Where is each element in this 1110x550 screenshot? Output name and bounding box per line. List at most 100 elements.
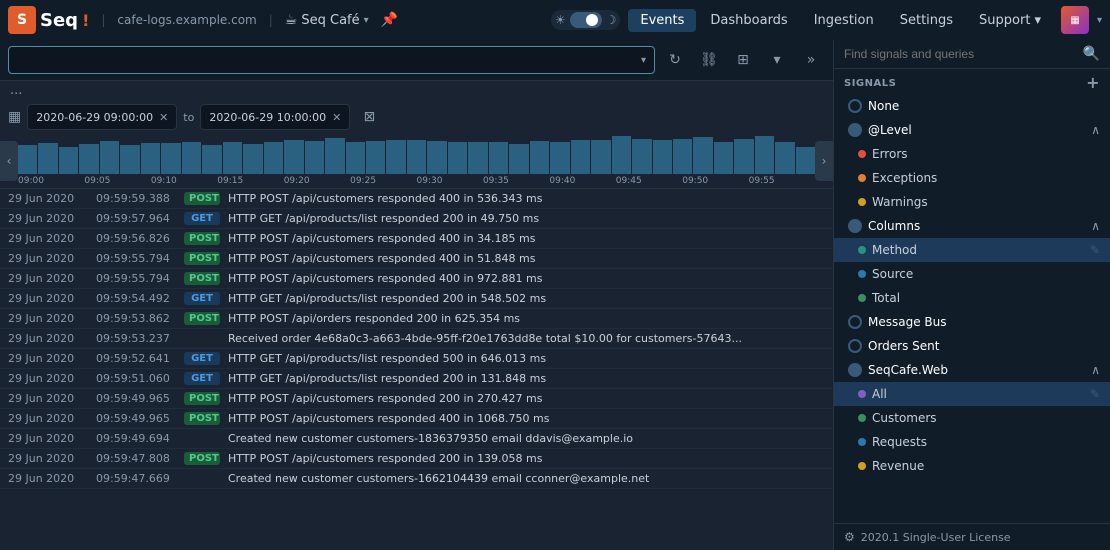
log-row[interactable]: 29 Jun 202009:59:53.862POSTHTTP POST /ap… [0, 309, 833, 329]
signal-item-method[interactable]: Method ✎ [834, 238, 1110, 262]
more-button[interactable]: » [797, 46, 825, 74]
logo-text: Seq [40, 10, 78, 31]
theme-toggle[interactable]: ☀ ☽ [551, 10, 621, 30]
logo: S Seq ! [8, 6, 89, 34]
avatar-chevron-icon[interactable]: ▾ [1097, 15, 1102, 26]
log-row[interactable]: 29 Jun 202009:59:49.965POSTHTTP POST /ap… [0, 409, 833, 429]
chevron-down-icon: ▾ [773, 52, 780, 68]
signal-item-none[interactable]: None [834, 94, 1110, 118]
signal-item-message-bus[interactable]: Message Bus [834, 310, 1110, 334]
customers-label: Customers [872, 411, 1100, 425]
warnings-dot [858, 198, 866, 206]
tail-button[interactable]: ⊠ [356, 104, 382, 130]
user-avatar[interactable]: ▦ [1061, 6, 1089, 34]
add-signal-button[interactable]: + [1086, 75, 1100, 91]
log-row[interactable]: 29 Jun 202009:59:49.965POSTHTTP POST /ap… [0, 389, 833, 409]
nav-item-ingestion[interactable]: Ingestion [802, 9, 886, 32]
signal-orders-label: Orders Sent [868, 339, 1100, 353]
signal-level-label: @Level [868, 123, 1085, 137]
log-row[interactable]: 29 Jun 202009:59:57.964GETHTTP GET /api/… [0, 209, 833, 229]
signal-radio-none [848, 99, 862, 113]
log-row[interactable]: 29 Jun 202009:59:54.492GETHTTP GET /api/… [0, 289, 833, 309]
signal-item-seqcafe-web[interactable]: SeqCafe.Web ∧ [834, 358, 1110, 382]
signal-item-revenue[interactable]: Revenue [834, 454, 1110, 478]
log-method-badge: POST [184, 312, 220, 325]
query-input-wrap[interactable]: ▾ [8, 46, 655, 74]
date-from-input[interactable]: 2020-06-29 09:00:00 ✕ [27, 104, 177, 130]
nav-site: cafe-logs.example.com [117, 13, 256, 27]
histogram-bar [468, 142, 487, 174]
log-row[interactable]: 29 Jun 202009:59:55.794POSTHTTP POST /ap… [0, 249, 833, 269]
log-time: 09:59:49.965 [96, 412, 176, 425]
nav-item-dashboards[interactable]: Dashboards [698, 9, 799, 32]
calendar-icon: ▦ [8, 109, 21, 125]
query-dropdown-icon[interactable]: ▾ [641, 55, 646, 66]
workspace-selector[interactable]: ☕ Seq Café ▾ [285, 12, 369, 28]
log-row[interactable]: 29 Jun 202009:59:55.794POSTHTTP POST /ap… [0, 269, 833, 289]
date-from-clear-icon[interactable]: ✕ [159, 111, 168, 124]
signal-item-warnings[interactable]: Warnings [834, 190, 1110, 214]
signal-item-level[interactable]: @Level ∧ [834, 118, 1110, 142]
left-panel: ▾ ↻ ⛓ ⊞ ▾ » ... ▦ 2020-06-29 09:00:0 [0, 40, 834, 550]
right-panel: 🔍 SIGNALS + None @Level ∧ Errors [834, 40, 1110, 550]
nav-divider-1: | [101, 13, 105, 27]
histogram-bar [202, 145, 221, 174]
log-date: 29 Jun 2020 [8, 192, 88, 205]
nav-item-events[interactable]: Events [628, 9, 696, 32]
all-edit-icon[interactable]: ✎ [1090, 387, 1100, 401]
signal-item-requests[interactable]: Requests [834, 430, 1110, 454]
refresh-button[interactable]: ↻ [661, 46, 689, 74]
columns-chevron-icon[interactable]: ∧ [1091, 219, 1100, 233]
nav-item-support[interactable]: Support ▾ [967, 9, 1053, 32]
signal-item-customers[interactable]: Customers [834, 406, 1110, 430]
log-row[interactable]: 29 Jun 202009:59:47.669Created new custo… [0, 469, 833, 489]
revenue-dot [858, 462, 866, 470]
level-chevron-icon[interactable]: ∧ [1091, 123, 1100, 137]
log-row[interactable]: 29 Jun 202009:59:56.826POSTHTTP POST /ap… [0, 229, 833, 249]
warnings-label: Warnings [872, 195, 1100, 209]
log-date: 29 Jun 2020 [8, 252, 88, 265]
dots-line: ... [0, 81, 833, 100]
grid-button[interactable]: ⊞ [729, 46, 757, 74]
revenue-label: Revenue [872, 459, 1100, 473]
signal-item-all[interactable]: All ✎ [834, 382, 1110, 406]
signal-item-total[interactable]: Total [834, 286, 1110, 310]
log-row[interactable]: 29 Jun 202009:59:47.808POSTHTTP POST /ap… [0, 449, 833, 469]
seqcafe-chevron-icon[interactable]: ∧ [1091, 363, 1100, 377]
signal-item-errors[interactable]: Errors [834, 142, 1110, 166]
link-button[interactable]: ⛓ [695, 46, 723, 74]
nav-items: Events Dashboards Ingestion Settings Sup… [628, 9, 1053, 32]
histogram-area: ‹ › 09:0009:0509:1009:1509:2009:2509:300… [0, 134, 833, 189]
histogram-bar [673, 139, 692, 174]
histogram-axis-label: 09:40 [549, 176, 615, 186]
signal-item-source[interactable]: Source [834, 262, 1110, 286]
total-label: Total [872, 291, 1100, 305]
histogram-bar [714, 142, 733, 174]
toggle-track[interactable] [570, 12, 602, 28]
histogram-nav-right-button[interactable]: › [815, 141, 833, 181]
log-message: HTTP GET /api/products/list responded 50… [228, 352, 825, 365]
log-date: 29 Jun 2020 [8, 212, 88, 225]
method-edit-icon[interactable]: ✎ [1090, 243, 1100, 257]
log-row[interactable]: 29 Jun 202009:59:59.388POSTHTTP POST /ap… [0, 189, 833, 209]
date-to-clear-icon[interactable]: ✕ [332, 111, 341, 124]
log-row[interactable]: 29 Jun 202009:59:51.060GETHTTP GET /api/… [0, 369, 833, 389]
histogram-nav-left-button[interactable]: ‹ [0, 141, 18, 181]
signal-item-orders-sent[interactable]: Orders Sent [834, 334, 1110, 358]
log-time: 09:59:59.388 [96, 192, 176, 205]
sun-icon: ☀ [555, 13, 566, 27]
signal-item-columns[interactable]: Columns ∧ [834, 214, 1110, 238]
date-to-input[interactable]: 2020-06-29 10:00:00 ✕ [200, 104, 350, 130]
log-row[interactable]: 29 Jun 202009:59:49.694Created new custo… [0, 429, 833, 449]
log-row[interactable]: 29 Jun 202009:59:53.237Received order 4e… [0, 329, 833, 349]
query-input[interactable] [17, 53, 641, 67]
log-method-badge: POST [184, 192, 220, 205]
log-row[interactable]: 29 Jun 202009:59:52.641GETHTTP GET /api/… [0, 349, 833, 369]
histogram-bar [591, 140, 610, 174]
nav-item-settings[interactable]: Settings [888, 9, 965, 32]
histogram-bar [571, 140, 590, 174]
signal-item-exceptions[interactable]: Exceptions [834, 166, 1110, 190]
log-method-badge: POST [184, 412, 220, 425]
chevron-button[interactable]: ▾ [763, 46, 791, 74]
signals-search-input[interactable] [844, 47, 1077, 61]
